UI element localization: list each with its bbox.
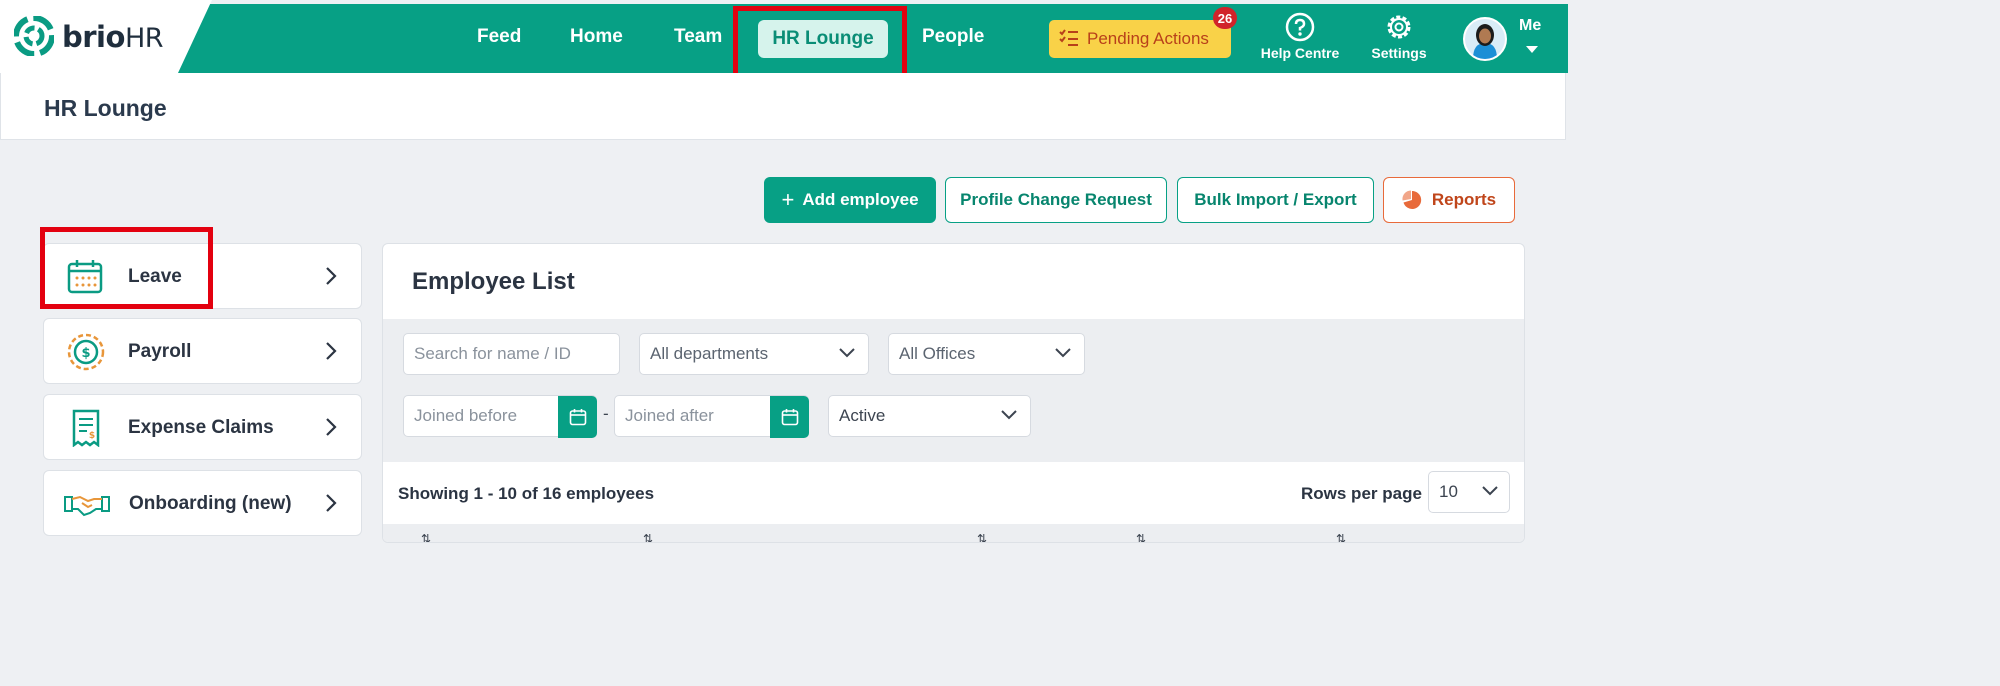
search-input[interactable]: Search for name / ID <box>403 333 620 375</box>
sort-icon[interactable]: ⇅ <box>977 532 987 542</box>
help-centre-button[interactable]: Help Centre <box>1255 12 1345 61</box>
gear-icon <box>1387 15 1411 39</box>
sort-icon[interactable]: ⇅ <box>1336 532 1346 542</box>
sidebar-item-label: Payroll <box>128 341 192 362</box>
brio-logo-icon <box>14 16 54 56</box>
sidebar-item-expense-claims[interactable]: $ Expense Claims <box>43 394 362 460</box>
page-title: HR Lounge <box>44 95 167 121</box>
nav-feed[interactable]: Feed <box>477 26 521 48</box>
highlight-box-leave <box>40 227 213 309</box>
department-select[interactable]: All departments <box>639 333 869 375</box>
joined-before-calendar-button[interactable] <box>558 396 597 438</box>
sort-icon[interactable]: ⇅ <box>421 532 431 542</box>
add-employee-button[interactable]: + Add employee <box>764 177 936 223</box>
bulk-import-export-button[interactable]: Bulk Import / Export <box>1177 177 1374 223</box>
rows-per-page-label: Rows per page <box>1301 484 1422 503</box>
employee-list-title: Employee List <box>412 268 575 295</box>
nav-people[interactable]: People <box>922 26 984 48</box>
settings-label: Settings <box>1371 45 1427 61</box>
page-header: HR Lounge <box>0 73 1566 140</box>
receipt-icon: $ <box>72 409 100 447</box>
me-dropdown-caret-icon[interactable] <box>1526 46 1538 53</box>
nav-home[interactable]: Home <box>570 26 623 48</box>
rows-per-page-value: 10 <box>1439 482 1458 501</box>
chevron-right-icon <box>326 342 337 360</box>
joined-before-placeholder: Joined before <box>414 406 518 425</box>
chevron-down-icon <box>839 348 855 358</box>
chevron-down-icon <box>1482 486 1498 496</box>
sidebar-item-label: Expense Claims <box>128 417 274 438</box>
nav-team[interactable]: Team <box>674 26 722 48</box>
office-select[interactable]: All Offices <box>888 333 1085 375</box>
joined-after-calendar-button[interactable] <box>770 396 809 438</box>
chevron-down-icon <box>1001 410 1017 420</box>
svg-text:$: $ <box>89 431 95 441</box>
pending-actions-label: Pending Actions <box>1087 29 1209 48</box>
sidebar-item-payroll[interactable]: $ Payroll <box>43 318 362 384</box>
me-menu-label[interactable]: Me <box>1519 17 1541 35</box>
dollar-coin-icon: $ <box>67 333 105 371</box>
avatar[interactable] <box>1463 17 1507 61</box>
filter-bar: Search for name / ID All departments All… <box>383 319 1524 462</box>
department-select-value: All departments <box>650 344 769 363</box>
chevron-right-icon <box>326 418 337 436</box>
calendar-icon <box>569 409 586 426</box>
checklist-icon <box>1059 29 1078 46</box>
pagination-summary: Showing 1 - 10 of 16 employees <box>398 484 655 503</box>
sidebar-item-onboarding[interactable]: Onboarding (new) <box>43 470 362 536</box>
plus-icon: + <box>781 187 795 212</box>
employee-list-panel: Employee List Search for name / ID All d… <box>382 243 1525 543</box>
svg-text:$: $ <box>81 346 90 361</box>
help-centre-label: Help Centre <box>1260 45 1340 61</box>
office-select-value: All Offices <box>899 344 976 363</box>
date-range-separator: - <box>603 404 609 423</box>
chevron-down-icon <box>1055 348 1071 358</box>
calendar-icon <box>781 409 798 426</box>
handshake-icon <box>64 495 110 517</box>
status-select-value: Active <box>839 406 886 425</box>
logo-text: brioHR <box>62 20 164 54</box>
joined-after-placeholder: Joined after <box>625 406 714 425</box>
reports-button[interactable]: Reports <box>1383 177 1515 223</box>
profile-change-request-button[interactable]: Profile Change Request <box>945 177 1167 223</box>
logo[interactable]: brioHR <box>0 0 212 73</box>
sidebar-item-label: Onboarding (new) <box>129 493 292 514</box>
pending-count-badge: 26 <box>1213 7 1237 29</box>
pending-actions-button[interactable]: Pending Actions <box>1049 20 1231 58</box>
help-icon <box>1285 12 1315 42</box>
add-employee-label: Add employee <box>802 190 919 209</box>
reports-label: Reports <box>1431 190 1497 209</box>
sort-icon[interactable]: ⇅ <box>643 532 653 542</box>
sort-icon[interactable]: ⇅ <box>1136 532 1146 542</box>
chevron-right-icon <box>326 267 337 285</box>
pie-chart-icon <box>1402 190 1422 209</box>
joined-after-input[interactable]: Joined after <box>614 395 809 438</box>
user-avatar-icon <box>1465 19 1505 59</box>
table-header-row <box>383 524 1524 542</box>
rows-per-page-select[interactable]: 10 <box>1428 471 1510 513</box>
status-select[interactable]: Active <box>828 395 1031 437</box>
chevron-right-icon <box>326 494 337 512</box>
settings-button[interactable]: Settings <box>1354 12 1444 61</box>
joined-before-input[interactable]: Joined before <box>403 395 597 438</box>
